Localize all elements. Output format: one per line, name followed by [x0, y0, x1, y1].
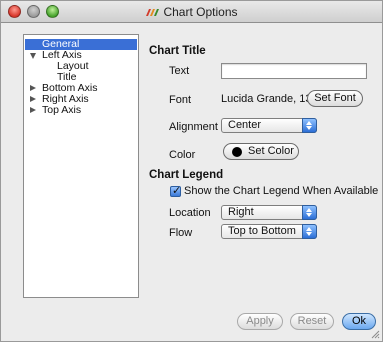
text-label: Text [169, 65, 190, 77]
font-value: Lucida Grande, 13 [221, 93, 312, 105]
options-tree[interactable]: General Left Axis Layout Title Bottom Ax… [23, 34, 139, 298]
chart-legend-heading: Chart Legend [149, 169, 224, 181]
flow-label: Flow [169, 227, 193, 239]
chart-icon [146, 9, 160, 16]
chart-title-text-input[interactable] [221, 63, 367, 79]
font-label: Font [169, 94, 192, 106]
reset-button[interactable]: Reset [290, 313, 334, 330]
tree-item-label: Top Axis [42, 104, 82, 116]
disclosure-right-icon[interactable] [30, 85, 36, 91]
color-swatch-icon [232, 147, 242, 157]
window-title-area: Chart Options [1, 5, 382, 19]
tree-item-top-axis[interactable]: Top Axis [24, 105, 138, 116]
location-label: Location [169, 207, 211, 219]
alignment-value: Center [228, 119, 262, 131]
disclosure-right-icon[interactable] [30, 96, 36, 102]
resize-grip-icon[interactable] [370, 329, 380, 339]
popup-arrows-icon [302, 118, 317, 133]
show-legend-label[interactable]: Show the Chart Legend When Available [184, 185, 378, 197]
set-color-button[interactable]: Set Color [223, 143, 299, 160]
alignment-label: Alignment [169, 121, 218, 133]
color-label: Color [169, 149, 196, 161]
apply-button[interactable]: Apply [237, 313, 283, 330]
disclosure-down-icon[interactable] [30, 53, 36, 59]
ok-button[interactable]: Ok [342, 313, 376, 330]
flow-value: Top to Bottom [228, 225, 296, 237]
chart-options-window: Chart Options General Left Axis Layout T… [0, 0, 383, 342]
popup-arrows-icon [302, 205, 317, 220]
popup-arrows-icon [302, 224, 317, 239]
chart-title-heading: Chart Title [149, 45, 206, 57]
title-bar[interactable]: Chart Options [1, 1, 382, 23]
flow-popup[interactable]: Top to Bottom [221, 224, 317, 239]
set-font-button[interactable]: Set Font [307, 90, 363, 107]
tree-item-layout[interactable]: Layout [24, 61, 138, 72]
set-color-label: Set Color [248, 145, 294, 157]
show-legend-checkbox[interactable] [170, 184, 181, 197]
location-value: Right [228, 206, 254, 218]
alignment-popup[interactable]: Center [221, 118, 317, 133]
window-title: Chart Options [163, 5, 238, 19]
disclosure-right-icon[interactable] [30, 107, 36, 113]
location-popup[interactable]: Right [221, 205, 317, 220]
